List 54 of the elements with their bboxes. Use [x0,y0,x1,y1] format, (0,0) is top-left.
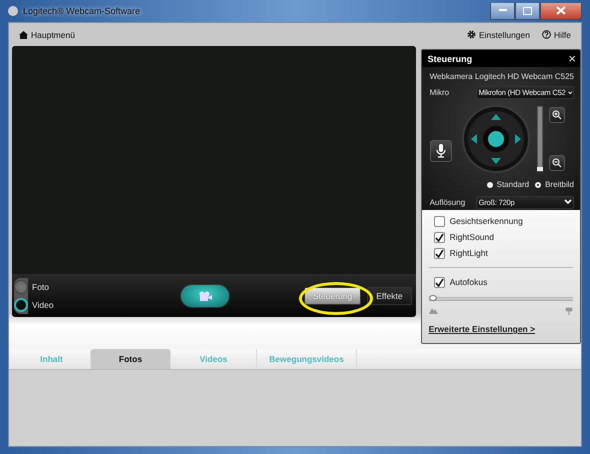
help-icon [542,30,551,39]
record-button[interactable] [180,284,230,308]
close-button[interactable]: × [568,52,576,64]
settings-icon [466,30,476,39]
slider-thumb[interactable] [536,167,543,172]
settings-link[interactable]: Einstellungen [466,30,530,40]
home-icon [19,30,28,38]
field-label: Auflösung [430,198,466,207]
help-link[interactable]: Hilfe [542,30,571,40]
app-icon [8,6,18,16]
maximize-icon [523,6,532,14]
close-icon [556,6,566,15]
checkbox[interactable] [434,276,445,288]
advanced-settings-link[interactable]: Erweiterte Einstellungen > [428,324,573,334]
focus-slider[interactable] [428,295,573,303]
panel-button[interactable]: Effekte [367,286,412,304]
checkbox[interactable] [434,232,445,242]
radio-button[interactable] [486,182,493,188]
radio-label: Breitbild [545,180,574,190]
tab[interactable]: Fotos [91,349,171,369]
radio-button[interactable] [535,182,542,188]
maximize-button[interactable] [515,2,540,20]
checkbox-label: RightLight [450,248,488,258]
panel-title: Steuerung [428,54,472,64]
mode-switch-position[interactable] [14,280,28,294]
close-button[interactable] [540,2,582,20]
slider-thumb[interactable] [428,295,437,301]
radio-label: Standard [496,180,530,190]
mode-label: Video [32,300,54,310]
checkbox[interactable] [434,248,445,258]
field-label: Webkamera [430,72,474,82]
mode-switch-position[interactable] [14,298,28,312]
mountain-icon [428,307,438,314]
zoom-in-icon[interactable] [548,107,565,124]
checkbox[interactable] [434,216,445,226]
window-title: Logitech® Webcam-Software [23,6,140,16]
mode-label: Foto [32,282,50,292]
microphone-button[interactable] [430,140,452,162]
field-label: Mikro [430,88,450,98]
checkbox-label: Gesichtserkennung [450,216,523,226]
minimize-icon [498,9,506,12]
webcam-name: Logitech HD Webcam C525 [474,72,574,82]
minimize-button[interactable] [490,2,515,20]
movie-camera-icon [198,290,212,300]
caret-icon [564,199,572,206]
caret-icon [568,90,572,96]
checkbox-label: Autofokus [450,277,488,287]
home-link[interactable]: Hauptmenü [19,30,75,40]
zoom-out-icon[interactable] [548,155,565,172]
checkbox-label: RightSound [450,232,494,242]
pan-tilt-joystick[interactable] [462,105,530,174]
zoom-slider[interactable] [536,106,543,172]
microphone-icon [436,144,446,158]
flower-icon [565,307,573,315]
